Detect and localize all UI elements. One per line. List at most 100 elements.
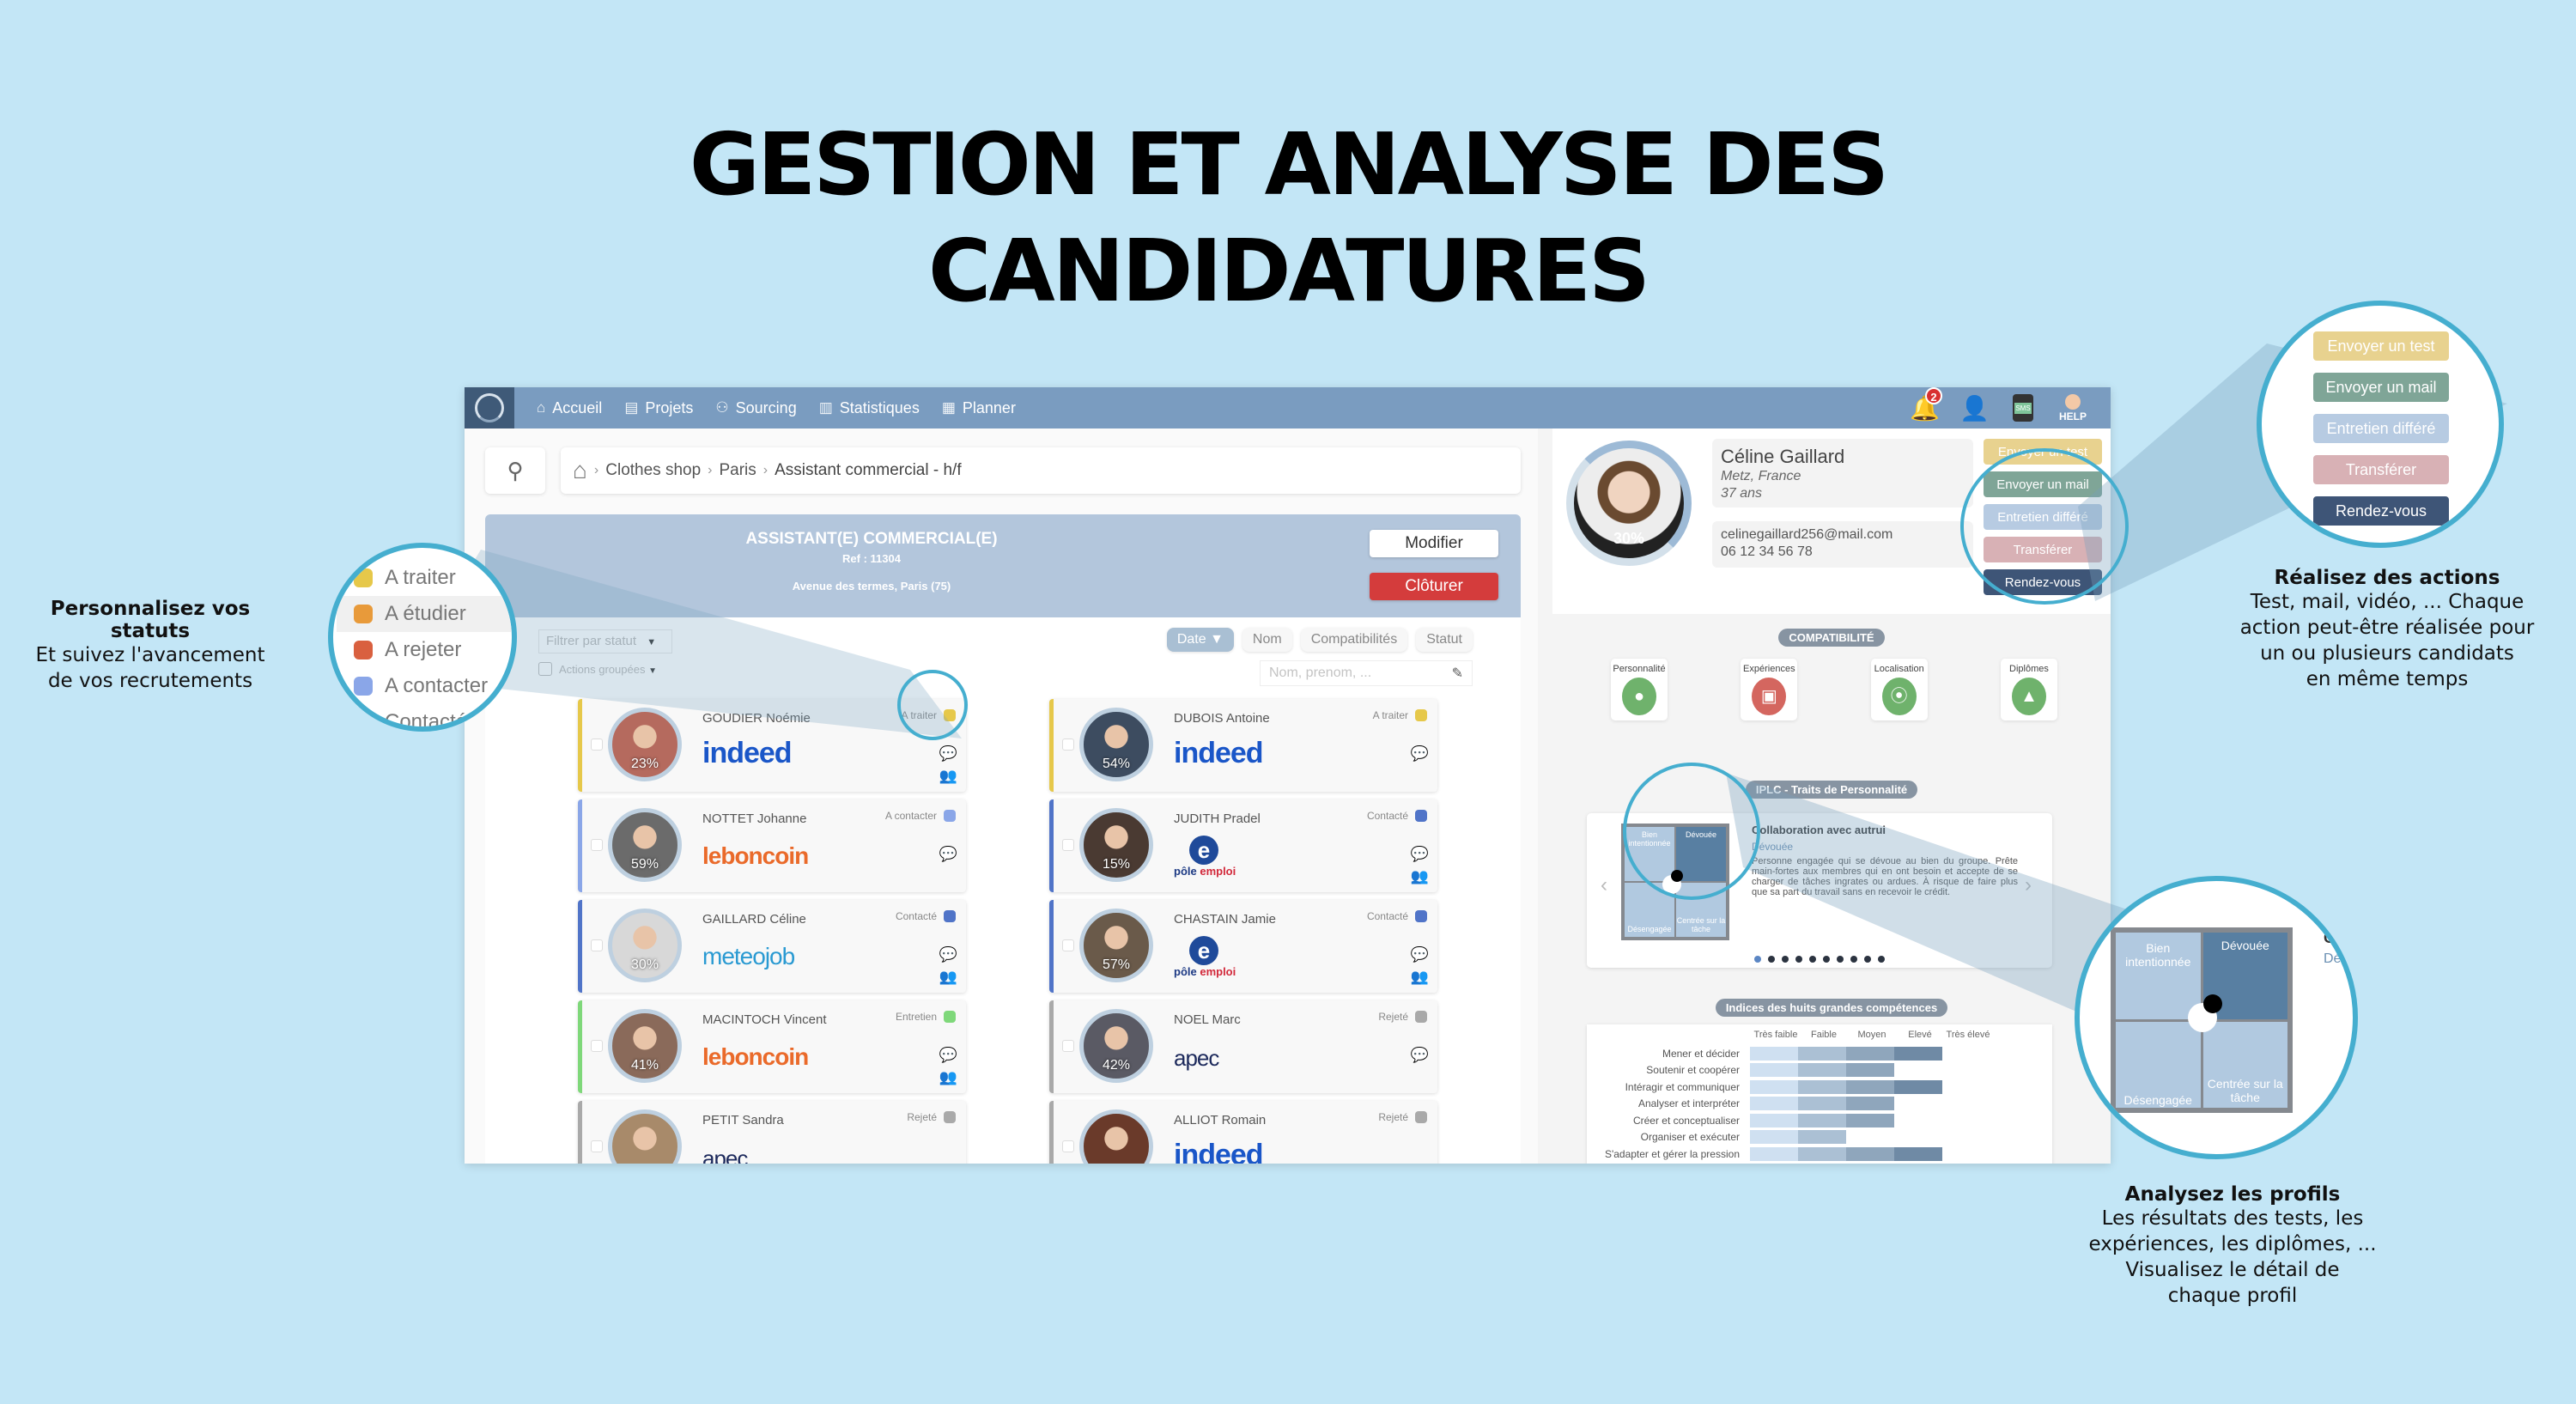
- candidate-card[interactable]: 42% NOEL Marc Rejeté apec 💬: [1049, 1000, 1437, 1093]
- chat-icon[interactable]: 💬: [1411, 946, 1429, 963]
- chat-icon[interactable]: 💬: [939, 745, 957, 763]
- zoom-action-button-entretien-diff-r[interactable]: Entretien différé: [2313, 414, 2449, 443]
- nav-item-accueil[interactable]: ⌂ Accueil: [537, 399, 602, 417]
- candidate-status[interactable]: A traiter: [1373, 709, 1427, 721]
- carousel-dot[interactable]: [1768, 956, 1775, 963]
- modify-button[interactable]: Modifier: [1370, 530, 1498, 557]
- breadcrumb-item[interactable]: Paris: [719, 461, 756, 480]
- candidate-name[interactable]: PETIT Sandra: [702, 1113, 784, 1127]
- candidate-name[interactable]: DUBOIS Antoine: [1174, 711, 1270, 726]
- candidate-status[interactable]: A contacter: [885, 810, 956, 822]
- sort-button[interactable]: Compatibilités: [1300, 628, 1408, 652]
- candidate-card[interactable]: 54% DUBOIS Antoine A traiter indeed 💬: [1049, 699, 1437, 792]
- grouped-actions-select[interactable]: Actions groupées ▼: [559, 663, 657, 676]
- profile-email[interactable]: celinegaillard256@mail.com: [1721, 526, 1965, 544]
- candidate-checkbox[interactable]: [591, 738, 603, 751]
- carousel-dot[interactable]: [1837, 956, 1844, 963]
- candidate-card[interactable]: 59% NOTTET Johanne A contacter leboncoin 💬: [578, 799, 966, 892]
- help-icon[interactable]: HELP: [2059, 394, 2087, 422]
- candidate-status[interactable]: Rejeté: [907, 1111, 956, 1123]
- chat-icon[interactable]: 💬: [1411, 846, 1429, 863]
- candidate-card[interactable]: PETIT Sandra Rejeté apec: [578, 1101, 966, 1164]
- candidate-name[interactable]: JUDITH Pradel: [1174, 811, 1261, 826]
- candidate-card[interactable]: 41% MACINTOCH Vincent Entretien leboncoin 💬 👥: [578, 1000, 966, 1093]
- candidate-name[interactable]: MACINTOCH Vincent: [702, 1012, 827, 1027]
- sort-button[interactable]: Statut: [1416, 628, 1473, 652]
- nav-item-statistiques[interactable]: ▥ Statistiques: [819, 399, 920, 417]
- breadcrumb-item[interactable]: Clothes shop: [605, 461, 701, 480]
- chat-icon[interactable]: 💬: [1411, 1047, 1429, 1064]
- nav-item-projets[interactable]: ▤ Projets: [624, 399, 693, 417]
- candidate-checkbox[interactable]: [1062, 939, 1074, 951]
- candidate-name[interactable]: CHASTAIN Jamie: [1174, 912, 1276, 927]
- select-all-checkbox[interactable]: [538, 662, 552, 676]
- profile-icon[interactable]: 👥: [1411, 969, 1429, 986]
- app-logo[interactable]: [465, 387, 514, 428]
- compatibility-item[interactable]: Localisation ⦿: [1870, 659, 1928, 720]
- candidate-checkbox[interactable]: [1062, 839, 1074, 851]
- status-option[interactable]: A traiter: [354, 560, 512, 596]
- candidate-checkbox[interactable]: [591, 1140, 603, 1152]
- candidate-checkbox[interactable]: [591, 1040, 603, 1052]
- sort-button[interactable]: Nom: [1242, 628, 1292, 652]
- candidate-name[interactable]: NOTTET Johanne: [702, 811, 806, 826]
- zoom-action-button-transf-rer[interactable]: Transférer: [2313, 455, 2449, 484]
- candidate-name[interactable]: GOUDIER Noémie: [702, 711, 811, 726]
- candidate-name[interactable]: NOEL Marc: [1174, 1012, 1241, 1027]
- profile-icon[interactable]: 👥: [939, 969, 957, 986]
- nav-item-sourcing[interactable]: ⚇ Sourcing: [715, 399, 796, 417]
- breadcrumb-home-icon[interactable]: ⌂: [573, 457, 587, 484]
- compatibility-item[interactable]: Diplômes ▲: [2000, 659, 2057, 720]
- zoom-action-button-rendez-vous[interactable]: Rendez-vous: [2313, 496, 2449, 526]
- candidate-status[interactable]: Rejeté: [1378, 1011, 1427, 1023]
- candidate-card[interactable]: 15% JUDITH Pradel Contacté e pôle emploi 💬 👥: [1049, 799, 1437, 892]
- status-filter-select[interactable]: Filtrer par statut ▼: [538, 629, 672, 653]
- carousel-next-icon[interactable]: ›: [2025, 873, 2032, 897]
- compatibility-item[interactable]: Personnalité ●: [1611, 659, 1668, 720]
- name-search-input[interactable]: Nom, prenom, ... ✎: [1260, 660, 1473, 686]
- status-option[interactable]: A rejeter: [354, 632, 512, 668]
- zoom-action-button-envoyer-un-mail[interactable]: Envoyer un mail: [2313, 373, 2449, 402]
- candidate-card[interactable]: ALLIOT Romain Rejeté indeed: [1049, 1101, 1437, 1164]
- sms-phone-icon[interactable]: SMS: [2009, 394, 2037, 422]
- candidate-name[interactable]: GAILLARD Céline: [702, 912, 806, 927]
- chat-user-icon[interactable]: 👤: [1959, 394, 1990, 422]
- notifications-bell-icon[interactable]: 🔔 2: [1910, 387, 1942, 422]
- carousel-dot[interactable]: [1823, 956, 1830, 963]
- carousel-dot[interactable]: [1754, 956, 1761, 963]
- profile-icon[interactable]: 👥: [939, 1069, 957, 1086]
- profile-icon[interactable]: 👥: [1411, 868, 1429, 885]
- carousel-dot[interactable]: [1864, 956, 1871, 963]
- candidate-checkbox[interactable]: [1062, 1140, 1074, 1152]
- carousel-dot[interactable]: [1809, 956, 1816, 963]
- candidate-checkbox[interactable]: [591, 939, 603, 951]
- candidate-status[interactable]: Contacté: [1367, 810, 1427, 822]
- status-option[interactable]: A contacter: [354, 668, 512, 704]
- chat-icon[interactable]: 💬: [939, 846, 957, 863]
- sort-button[interactable]: Date ▼: [1166, 628, 1234, 652]
- candidate-status[interactable]: Contacté: [1367, 910, 1427, 922]
- chat-icon[interactable]: 💬: [1411, 745, 1429, 763]
- candidate-status[interactable]: Rejeté: [1378, 1111, 1427, 1123]
- carousel-dot[interactable]: [1878, 956, 1885, 963]
- carousel-dot[interactable]: [1782, 956, 1789, 963]
- chat-icon[interactable]: 💬: [939, 946, 957, 963]
- carousel-dot[interactable]: [1795, 956, 1802, 963]
- profile-icon[interactable]: 👥: [939, 768, 957, 785]
- candidate-checkbox[interactable]: [1062, 1040, 1074, 1052]
- compatibility-item[interactable]: Expériences ▣: [1741, 659, 1798, 720]
- close-job-button[interactable]: Clôturer: [1370, 573, 1498, 600]
- candidate-name[interactable]: ALLIOT Romain: [1174, 1113, 1266, 1127]
- carousel-dot[interactable]: [1850, 956, 1857, 963]
- candidate-card[interactable]: 57% CHASTAIN Jamie Contacté e pôle emploi 💬 👥: [1049, 900, 1437, 993]
- zoom-action-button-envoyer-un-test[interactable]: Envoyer un test: [2313, 331, 2449, 361]
- candidate-status[interactable]: Entretien: [896, 1011, 956, 1023]
- chat-icon[interactable]: 💬: [939, 1047, 957, 1064]
- candidate-checkbox[interactable]: [1062, 738, 1074, 751]
- candidate-checkbox[interactable]: [591, 839, 603, 851]
- carousel-prev-icon[interactable]: ‹: [1601, 873, 1607, 897]
- status-option[interactable]: A étudier: [337, 596, 512, 632]
- candidate-card[interactable]: 30% GAILLARD Céline Contacté meteojob 💬 👥: [578, 900, 966, 993]
- candidate-status[interactable]: Contacté: [896, 910, 956, 922]
- search-button[interactable]: ⚲: [485, 447, 545, 494]
